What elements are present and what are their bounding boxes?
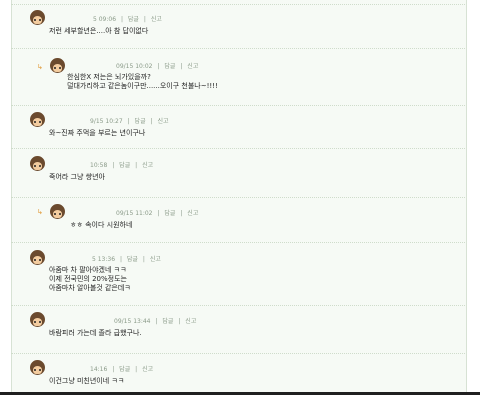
- comment-text: 저런 세부할년은....아 참 답이없다: [49, 27, 149, 35]
- divider: [11, 242, 465, 243]
- divider: [11, 353, 465, 354]
- reply-arrow-icon: ↳: [37, 208, 43, 216]
- divider: [11, 305, 465, 306]
- comment-time: 9/15 10:27: [90, 118, 123, 125]
- avatar[interactable]: [30, 360, 45, 375]
- reply-link[interactable]: 답글: [135, 118, 146, 125]
- divider: [11, 4, 465, 5]
- reply-link[interactable]: 답글: [119, 366, 130, 373]
- comment-text: 한심한X 저는은 뇌가있을까? 덜대가리하고 같은놈이구만......오이구 천…: [67, 73, 218, 90]
- avatar[interactable]: [30, 312, 45, 327]
- report-link[interactable]: 신고: [157, 118, 168, 125]
- reply-link[interactable]: 답글: [164, 63, 175, 70]
- divider: [11, 105, 465, 106]
- comment-time: 09/15 10:02: [116, 63, 153, 70]
- comment-text: 와~진짜 주먹을 부르는 년이구나: [49, 129, 146, 137]
- comment-meta: 9/15 10:27 | 답글 | 신고: [90, 118, 169, 125]
- avatar[interactable]: [30, 112, 45, 127]
- comment-meta: 09/15 13:44 | 답글 | 신고: [114, 318, 197, 325]
- comment-time: 14:16: [90, 366, 108, 373]
- report-link[interactable]: 신고: [142, 366, 153, 373]
- reply-link[interactable]: 답글: [162, 318, 173, 325]
- comment-text: ㅎㅎ 속이다 시원하네: [70, 221, 133, 229]
- avatar[interactable]: [30, 250, 45, 265]
- reply-link[interactable]: 답글: [119, 162, 130, 169]
- report-link[interactable]: 신고: [150, 256, 161, 263]
- comment-meta: 09/15 11:02 | 답글 | 신고: [116, 210, 199, 217]
- divider: [11, 197, 465, 198]
- comment-meta: 14:16 | 답글 | 신고: [90, 366, 154, 373]
- report-link[interactable]: 신고: [187, 210, 198, 217]
- comment-text: 바람피러 가는데 졸라 급했구나.: [49, 329, 142, 337]
- report-link[interactable]: 신고: [151, 16, 162, 23]
- comment-time: 5 13:36: [92, 256, 116, 263]
- reply-link[interactable]: 답글: [128, 16, 139, 23]
- comment-time: 09/15 13:44: [114, 318, 151, 325]
- avatar[interactable]: [30, 10, 45, 25]
- comment-text: 죽어라 그냥 썅년아: [49, 173, 105, 181]
- reply-link[interactable]: 답글: [127, 256, 138, 263]
- comment-time: 10:58: [90, 162, 108, 169]
- comment-meta: 10:58 | 답글 | 신고: [90, 162, 154, 169]
- report-link[interactable]: 신고: [187, 63, 198, 70]
- reply-link[interactable]: 답글: [164, 210, 175, 217]
- comment-meta: 5 13:36 | 답글 | 신고: [92, 256, 161, 263]
- avatar[interactable]: [30, 156, 45, 171]
- comment-time: 5 09:06: [93, 16, 117, 23]
- comment-time: 09/15 11:02: [116, 210, 153, 217]
- comment-text: 아줌마 차 팔아야겠네 ㅋㅋ 이제 전국민의 20%정도는 아줌마차 알아볼것 …: [49, 266, 131, 292]
- comment-meta: 5 09:06 | 답글 | 신고: [93, 16, 162, 23]
- report-link[interactable]: 신고: [185, 318, 196, 325]
- report-link[interactable]: 신고: [142, 162, 153, 169]
- reply-arrow-icon: ↳: [37, 63, 43, 71]
- divider: [11, 148, 465, 149]
- avatar[interactable]: [50, 204, 65, 219]
- divider: [11, 48, 465, 49]
- avatar[interactable]: [50, 58, 65, 73]
- comment-meta: 09/15 10:02 | 답글 | 신고: [116, 63, 199, 70]
- comment-text: 이건그냥 미친년이네 ㅋㅋ: [49, 377, 125, 385]
